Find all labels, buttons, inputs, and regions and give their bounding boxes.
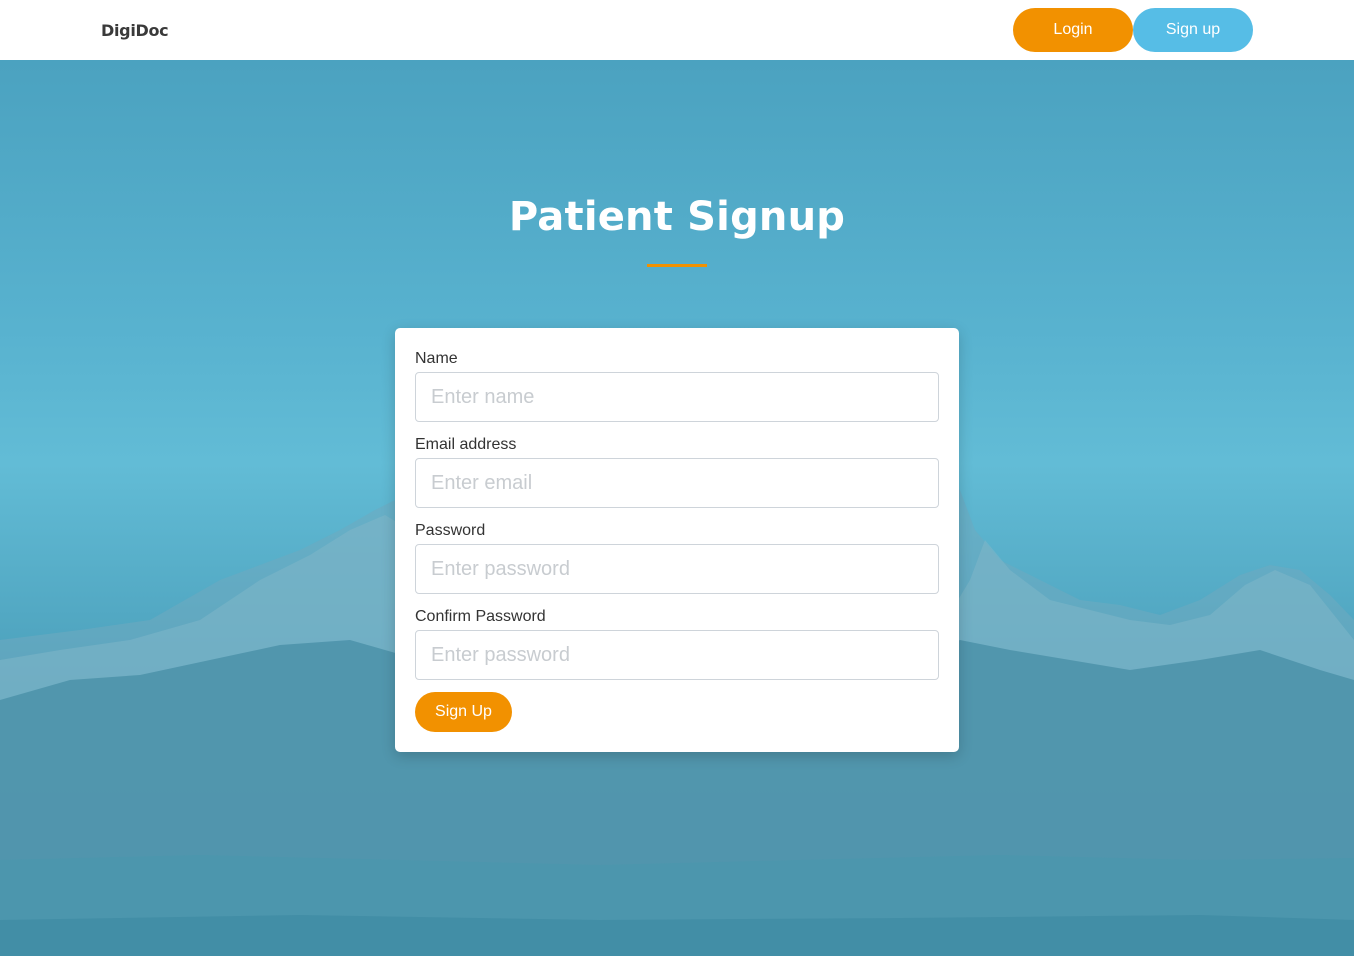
name-input[interactable]: [415, 372, 939, 422]
password-label: Password: [415, 522, 486, 539]
brand-logo[interactable]: DigiDoc: [101, 21, 169, 40]
navbar: DigiDoc Login Sign up: [0, 0, 1354, 60]
hero-background: Patient Signup Name Email address Passwo…: [0, 60, 1354, 956]
signup-form-card: Name Email address Password Confirm Pass…: [395, 328, 959, 752]
confirm-password-label: Confirm Password: [415, 608, 546, 625]
confirm-password-input[interactable]: [415, 630, 939, 680]
login-button[interactable]: Login: [1013, 8, 1133, 52]
email-label: Email address: [415, 436, 517, 453]
signup-nav-button[interactable]: Sign up: [1133, 8, 1253, 52]
name-label: Name: [415, 350, 458, 367]
title-underline-divider: [647, 264, 707, 267]
page-title: Patient Signup: [508, 194, 846, 240]
signup-submit-button[interactable]: Sign Up: [415, 692, 512, 732]
password-input[interactable]: [415, 544, 939, 594]
email-input[interactable]: [415, 458, 939, 508]
